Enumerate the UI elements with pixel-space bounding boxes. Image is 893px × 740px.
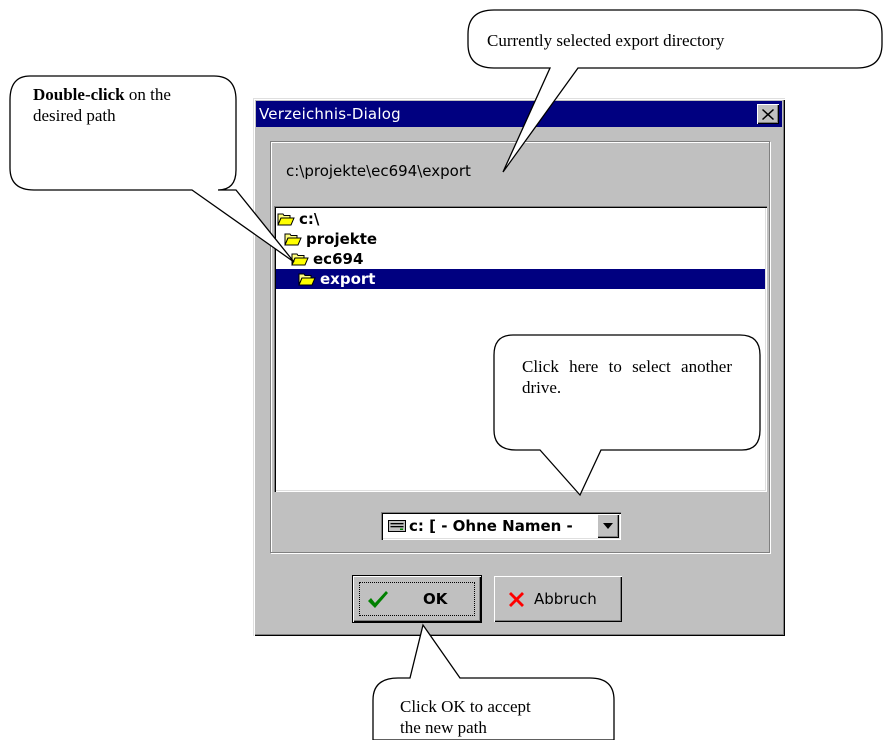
tree-item-projekte[interactable]: projekte <box>284 229 377 249</box>
cancel-button[interactable]: Abbruch <box>494 576 622 622</box>
current-path-label: c:\projekte\ec694\export <box>286 162 471 180</box>
tree-item-label: ec694 <box>313 250 364 268</box>
open-folder-icon <box>277 213 295 226</box>
drive-select[interactable]: c: [ - Ohne Namen - <box>381 512 621 540</box>
tree-item-label: c:\ <box>299 210 320 228</box>
cancel-x-icon <box>509 592 524 607</box>
open-folder-icon <box>291 253 309 266</box>
tree-item-label: projekte <box>306 230 378 248</box>
tree-item-c-root[interactable]: c:\ <box>277 209 319 229</box>
checkmark-icon <box>368 591 388 608</box>
ok-button[interactable]: OK <box>353 576 481 622</box>
tree-item-label: export <box>320 270 376 288</box>
callout-double-click-text: Double-click on the desired path <box>33 84 203 126</box>
open-folder-icon <box>284 233 302 246</box>
callout-drive-text: Click here to select another drive. <box>522 357 732 397</box>
close-button[interactable] <box>757 104 779 124</box>
callout-double-click-bold: Double-click <box>33 85 125 104</box>
title-bar[interactable]: Verzeichnis-Dialog <box>256 101 782 127</box>
tree-item-ec694[interactable]: ec694 <box>291 249 363 269</box>
drive-icon <box>388 520 406 532</box>
open-folder-icon <box>298 273 316 286</box>
close-icon <box>762 108 774 120</box>
drive-dropdown-button[interactable] <box>597 514 619 538</box>
ok-button-label: OK <box>423 590 448 608</box>
callout-ok-text: Click OK to accept the new path <box>400 697 531 737</box>
chevron-down-icon <box>603 523 613 529</box>
dialog-title: Verzeichnis-Dialog <box>259 105 401 123</box>
directory-tree[interactable]: c:\ projekte ec694 export <box>274 206 767 492</box>
tree-item-export[interactable]: export <box>276 269 765 289</box>
callout-export-dir-text: Currently selected export directory <box>487 31 725 50</box>
drive-select-value: c: [ - Ohne Namen - <box>409 517 573 535</box>
cancel-button-label: Abbruch <box>534 590 597 608</box>
